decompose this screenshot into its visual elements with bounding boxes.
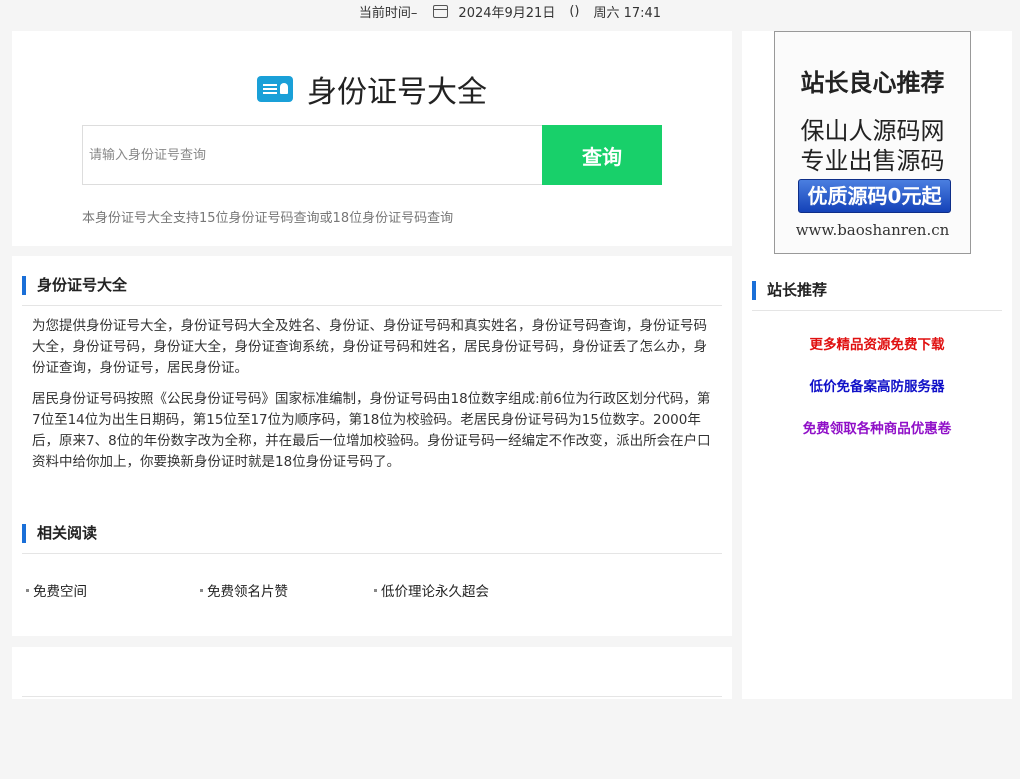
intro-section-header: 身份证号大全 (22, 276, 722, 306)
search-panel: 身份证号大全 查询 本身份证号大全支持15位身份证号码查询或18位身份证号码查询 (12, 31, 732, 246)
site-header: 身份证号大全 (12, 69, 732, 110)
sidebar: 站长良心推荐 保山人源码网 专业出售源码 优质源码0元起 www.baoshan… (742, 31, 1012, 699)
related-link-free-space[interactable]: 免费空间 (26, 580, 87, 600)
ad-url: www.baoshanren.cn (795, 221, 950, 239)
intro-paragraph-1: 为您提供身份证号大全，身份证号码大全及姓名、身份证、身份证号码和真实姓名，身份证… (32, 318, 707, 376)
ad-offer-button[interactable]: 优质源码0元起 (798, 179, 951, 213)
recommend-link-server[interactable]: 低价免备案高防服务器 (742, 375, 1012, 395)
calendar-icon (433, 4, 449, 18)
section-accent-bar (22, 276, 26, 295)
date-paren: () (569, 3, 580, 19)
info-panel: 身份证号大全 为您提供身份证号大全，身份证号码大全及姓名、身份证、身份证号码和真… (12, 256, 732, 636)
section-accent-bar (752, 281, 756, 300)
page-title: 身份证号大全 (307, 75, 487, 110)
recommend-section-header: 站长推荐 (752, 281, 1002, 311)
recommend-link-coupons[interactable]: 免费领取各种商品优惠卷 (742, 417, 1012, 437)
id-search-input[interactable] (82, 125, 542, 185)
related-section-header: 相关阅读 (22, 524, 722, 554)
ad-headline: 站长良心推荐 (800, 69, 945, 97)
top-time-bar: 当前时间– 2024年9月21日 () 周六 17:41 (0, 0, 1020, 22)
id-card-icon (257, 76, 293, 102)
empty-panel (12, 647, 732, 699)
intro-paragraph-2: 居民身份证号码按照《公民身份证号码》国家标准编制，身份证号码由18位数字组成:前… (32, 391, 711, 470)
current-date: 2024年9月21日 (458, 5, 556, 21)
time-label: 当前时间– (358, 5, 418, 21)
ad-tagline: 专业出售源码 (800, 147, 945, 175)
section-accent-bar (22, 524, 26, 543)
divider (22, 696, 722, 697)
intro-heading: 身份证号大全 (37, 276, 128, 294)
recommend-heading: 站长推荐 (767, 281, 828, 299)
related-heading: 相关阅读 (37, 524, 98, 542)
search-note: 本身份证号大全支持15位身份证号码查询或18位身份证号码查询 (82, 211, 454, 226)
related-link-cheap-vip[interactable]: 低价理论永久超会 (374, 580, 489, 600)
related-link-free-likes[interactable]: 免费领名片赞 (200, 580, 288, 600)
query-button[interactable]: 查询 (542, 125, 662, 185)
search-form: 查询 (82, 125, 662, 185)
recommend-link-free-download[interactable]: 更多精品资源免费下载 (742, 333, 1012, 353)
related-list: 免费空间 免费领名片赞 低价理论永久超会 (26, 580, 706, 602)
ad-banner[interactable]: 站长良心推荐 保山人源码网 专业出售源码 优质源码0元起 www.baoshan… (774, 31, 971, 254)
weekday-time: 周六 17:41 (593, 5, 662, 21)
